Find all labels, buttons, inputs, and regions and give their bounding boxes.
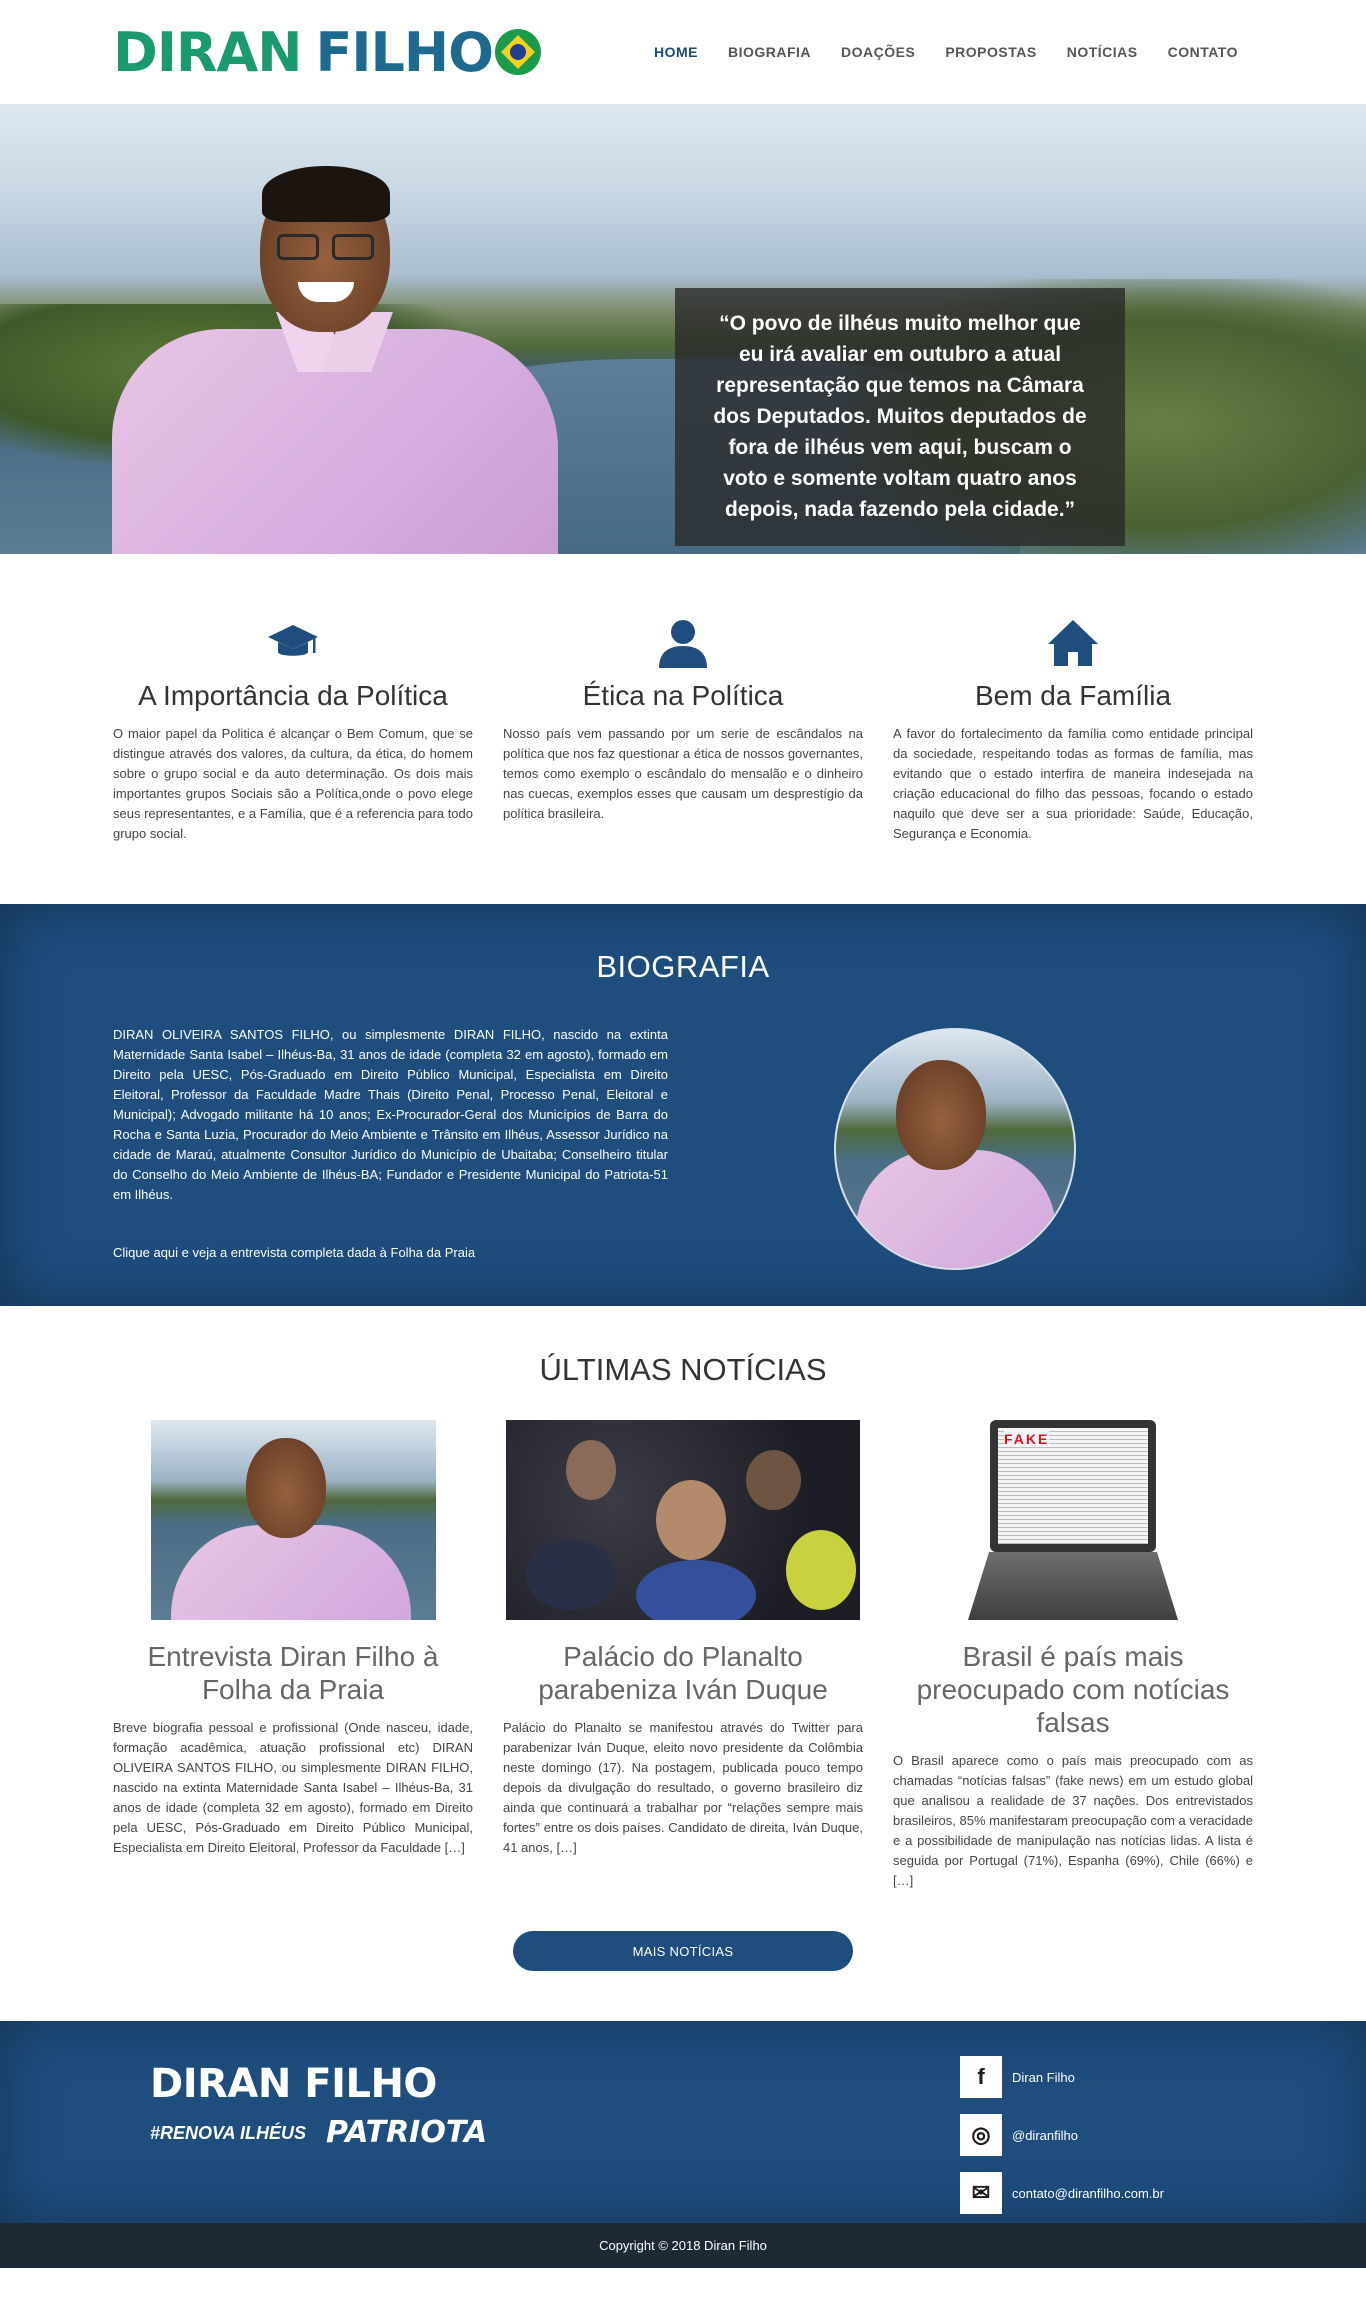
nav-contato[interactable]: CONTATO — [1153, 44, 1253, 60]
feature-familia: Bem da Família A favor do fortalecimento… — [893, 614, 1253, 844]
user-icon — [503, 614, 863, 672]
social-email[interactable]: ✉ contato@diranfilho.com.br — [960, 2172, 1164, 2214]
logo-text-first: DIRAN — [113, 20, 302, 84]
feature-text: O maior papel da Politica é alcançar o B… — [113, 726, 473, 841]
main-nav: HOME BIOGRAFIA DOAÇÕES PROPOSTAS NOTÍCIA… — [639, 44, 1253, 60]
news-section: ÚLTIMAS NOTÍCIAS Entrevista Diran Filho … — [0, 1306, 1366, 2021]
news-excerpt: O Brasil aparece como o país mais preocu… — [893, 1753, 1253, 1888]
feature-text: A favor do fortalecimento da família com… — [893, 726, 1253, 841]
news-title[interactable]: Palácio do Planalto parabeniza Iván Duqu… — [503, 1640, 863, 1706]
feature-importancia: A Importância da Política O maior papel … — [113, 614, 473, 844]
news-thumbnail[interactable] — [113, 1420, 473, 1620]
instagram-icon[interactable]: ◎ — [960, 2114, 1002, 2156]
social-label[interactable]: Diran Filho — [1012, 2070, 1075, 2085]
feature-title: Ética na Política — [582, 680, 784, 711]
news-list: Entrevista Diran Filho à Folha da Praia … — [113, 1420, 1253, 1891]
bio-text: DIRAN OLIVEIRA SANTOS FILHO, ou simplesm… — [113, 1027, 668, 1202]
social-label[interactable]: contato@diranfilho.com.br — [1012, 2186, 1164, 2201]
biografia-section: BIOGRAFIA DIRAN OLIVEIRA SANTOS FILHO, o… — [0, 904, 1366, 1306]
renova-tag: #RENOVA ILHÉUS — [150, 2122, 307, 2143]
news-card[interactable]: FAKE Brasil é país mais preocupado com n… — [893, 1420, 1253, 1891]
site-logo[interactable]: DIRAN FILHO — [113, 21, 541, 84]
social-links: f Diran Filho ◎ @diranfilho ✉ contato@di… — [960, 2056, 1164, 2230]
footer-logo-text: DIRAN FILHO — [150, 2061, 437, 2107]
social-facebook[interactable]: f Diran Filho — [960, 2056, 1164, 2098]
brazil-flag-icon — [494, 29, 541, 75]
news-excerpt: Breve biografia pessoal e profissional (… — [113, 1720, 473, 1855]
site-footer: DIRAN FILHO #RENOVA ILHÉUS PATRIOTA f Di… — [0, 2021, 1366, 2223]
bio-portrait — [834, 1028, 1076, 1270]
nav-propostas[interactable]: PROPOSTAS — [930, 44, 1051, 60]
section-title: ÚLTIMAS NOTÍCIAS — [539, 1352, 827, 1387]
hero-quote: “O povo de ilhéus muito melhor que eu ir… — [675, 288, 1125, 546]
hero-banner: “O povo de ilhéus muito melhor que eu ir… — [0, 104, 1366, 554]
patriota-tag: PATRIOTA — [326, 2115, 488, 2150]
home-icon — [893, 614, 1253, 672]
section-title: BIOGRAFIA — [596, 949, 770, 984]
news-title[interactable]: Brasil é país mais preocupado com notíci… — [893, 1640, 1253, 1739]
news-card[interactable]: Palácio do Planalto parabeniza Iván Duqu… — [503, 1420, 863, 1891]
feature-title: A Importância da Política — [138, 680, 448, 711]
nav-noticias[interactable]: NOTÍCIAS — [1052, 44, 1153, 60]
news-excerpt: Palácio do Planalto se manifestou atravé… — [503, 1720, 863, 1855]
social-label[interactable]: @diranfilho — [1012, 2128, 1078, 2143]
nav-biografia[interactable]: BIOGRAFIA — [713, 44, 826, 60]
hero-portrait — [112, 166, 558, 554]
news-card[interactable]: Entrevista Diran Filho à Folha da Praia … — [113, 1420, 473, 1891]
facebook-icon[interactable]: f — [960, 2056, 1002, 2098]
news-thumbnail[interactable] — [503, 1420, 863, 1620]
feature-text: Nosso país vem passando por um serie de … — [503, 726, 863, 821]
news-title[interactable]: Entrevista Diran Filho à Folha da Praia — [113, 1640, 473, 1706]
fake-news-label: FAKE — [1004, 1431, 1050, 1447]
social-instagram[interactable]: ◎ @diranfilho — [960, 2114, 1164, 2156]
interview-link[interactable]: Clique aqui e veja a entrevista completa… — [113, 1245, 1253, 1260]
logo-text-second: FILHO — [315, 20, 493, 84]
graduation-cap-icon — [113, 614, 473, 672]
more-news-button[interactable]: MAIS NOTÍCIAS — [513, 1931, 853, 1971]
mail-icon[interactable]: ✉ — [960, 2172, 1002, 2214]
footer-logo[interactable]: DIRAN FILHO #RENOVA ILHÉUS PATRIOTA — [150, 2061, 487, 2150]
nav-doacoes[interactable]: DOAÇÕES — [826, 44, 930, 60]
news-thumbnail[interactable]: FAKE — [893, 1420, 1253, 1620]
feature-title: Bem da Família — [974, 680, 1172, 711]
feature-etica: Ética na Política Nosso país vem passand… — [503, 614, 863, 844]
nav-home[interactable]: HOME — [639, 44, 713, 60]
features-section: A Importância da Política O maior papel … — [0, 554, 1366, 904]
site-header: DIRAN FILHO HOME BIOGRAFIA DOAÇÕES PROPO… — [0, 0, 1366, 104]
